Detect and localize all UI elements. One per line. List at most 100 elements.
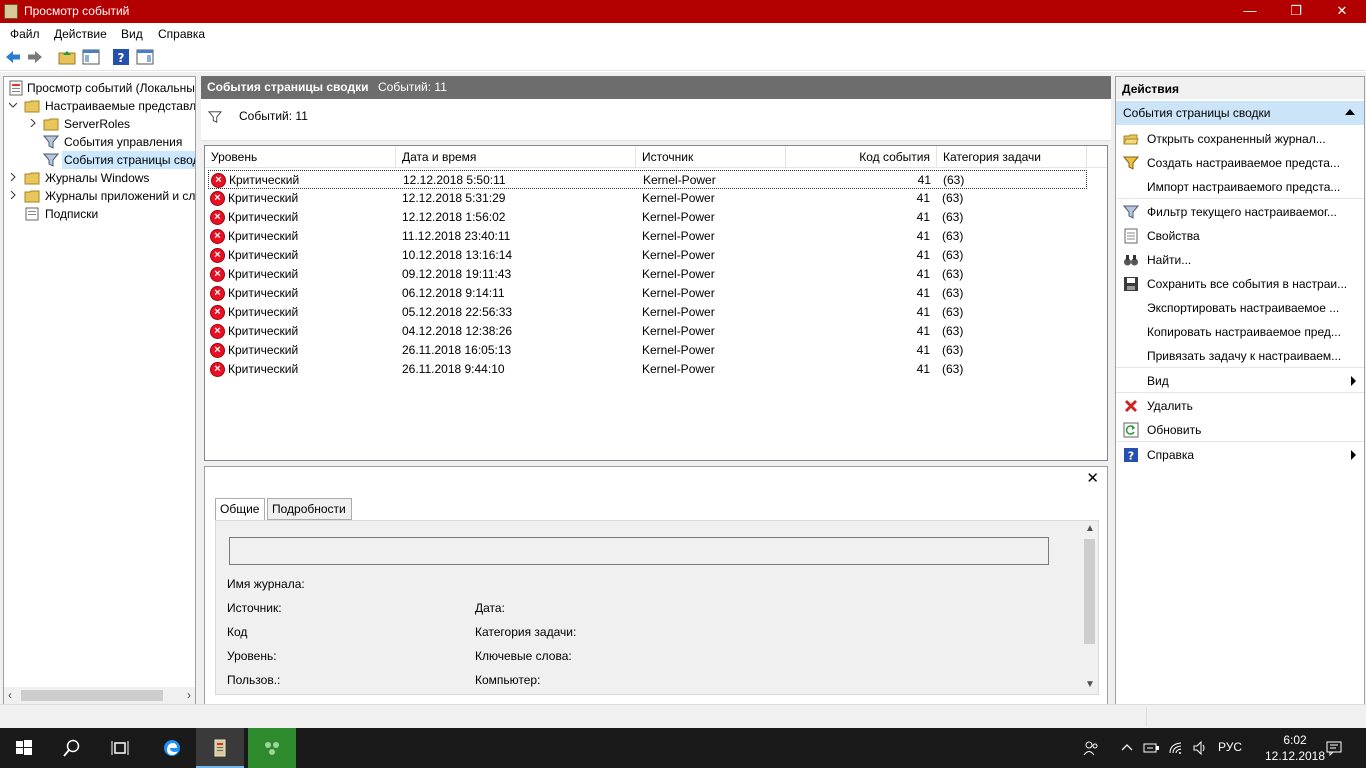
action-item-label: Фильтр текущего настраиваемог... xyxy=(1147,205,1337,219)
column-header-task-category[interactable]: Категория задачи xyxy=(937,146,1087,168)
action-item-1[interactable]: Создать настраиваемое предста... xyxy=(1116,151,1364,175)
table-row[interactable]: × Критический 10.12.2018 13:16:14 Kernel-Po… xyxy=(208,246,1087,265)
menu-help[interactable]: Справка xyxy=(158,27,205,41)
table-row[interactable]: × Критический 26.11.2018 9:44:10 Kernel-Pow… xyxy=(208,360,1087,379)
navigation-tree: Просмотр событий (Локальны Настраиваемые… xyxy=(3,76,196,705)
scroll-left-icon[interactable]: ‹ xyxy=(8,688,12,702)
cell-event-code: 41 xyxy=(917,173,931,187)
action-item-6[interactable]: Сохранить все события в настраи... xyxy=(1116,272,1364,296)
power-plug-icon[interactable] xyxy=(1143,740,1161,756)
svg-text:?: ? xyxy=(118,51,125,65)
action-item-8[interactable]: Копировать настраиваемое пред... xyxy=(1116,320,1364,344)
edge-icon xyxy=(164,740,180,756)
start-button[interactable] xyxy=(0,728,48,768)
show-hide-tree-icon[interactable] xyxy=(82,48,100,66)
action-item-label: Справка xyxy=(1147,448,1195,462)
column-header-datetime[interactable]: Дата и время xyxy=(396,146,636,168)
chevron-right-icon[interactable] xyxy=(9,173,17,181)
show-hide-action-pane-icon[interactable] xyxy=(136,48,154,66)
event-description-box[interactable] xyxy=(229,537,1049,565)
scroll-down-icon[interactable]: ▼ xyxy=(1085,679,1095,690)
column-header-event-code[interactable]: Код события xyxy=(786,146,937,168)
action-item-3[interactable]: Фильтр текущего настраиваемог... xyxy=(1116,200,1364,224)
action-item-2[interactable]: Импорт настраиваемого предста... xyxy=(1116,175,1364,199)
action-item-13[interactable]: ? Справка xyxy=(1116,443,1364,467)
clock[interactable]: 6:02 12.12.2018 xyxy=(1262,732,1328,764)
help-icon[interactable]: ? xyxy=(112,48,130,66)
cell-level: Критический xyxy=(228,248,299,262)
table-row[interactable]: × Критический 04.12.2018 12:38:26 Kernel-Po… xyxy=(208,322,1087,341)
close-details-button[interactable]: ✕ xyxy=(1086,469,1099,487)
maximize-button[interactable]: ❐ xyxy=(1273,0,1319,23)
save-icon xyxy=(1124,277,1138,291)
cell-datetime: 10.12.2018 13:16:14 xyxy=(402,248,513,262)
search-button[interactable] xyxy=(48,728,96,768)
action-item-5[interactable]: Найти... xyxy=(1116,248,1364,272)
action-item-label: Копировать настраиваемое пред... xyxy=(1147,325,1341,339)
action-item-12[interactable]: Обновить xyxy=(1116,418,1364,442)
app-taskbar-button[interactable] xyxy=(248,728,296,768)
scroll-thumb[interactable] xyxy=(1084,539,1095,644)
label-code: Код xyxy=(227,625,248,639)
volume-icon[interactable] xyxy=(1192,740,1208,756)
notifications-icon[interactable] xyxy=(1326,740,1342,756)
column-header-level[interactable]: Уровень xyxy=(205,146,396,168)
scroll-thumb[interactable] xyxy=(21,690,163,701)
minimize-button[interactable]: — xyxy=(1227,0,1273,23)
scroll-up-icon[interactable]: ▲ xyxy=(1085,523,1095,534)
table-row[interactable]: × Критический 11.12.2018 23:40:11 Kernel-Po… xyxy=(208,227,1087,246)
cell-level: Критический xyxy=(228,305,299,319)
tree-node-label: События страницы свод xyxy=(62,151,195,169)
chevron-right-icon[interactable] xyxy=(29,119,37,127)
event-viewer-taskbar-button[interactable] xyxy=(196,728,244,768)
table-row[interactable]: × Критический 12.12.2018 5:31:29 Kernel-Pow… xyxy=(208,189,1087,208)
action-item-7[interactable]: Экспортировать настраиваемое ... xyxy=(1116,296,1364,320)
cell-level: Критический xyxy=(228,324,299,338)
column-header-source[interactable]: Источник xyxy=(636,146,786,168)
table-row[interactable]: × Критический 09.12.2018 19:11:43 Kernel-Po… xyxy=(208,265,1087,284)
cell-level: Критический xyxy=(229,173,300,187)
submenu-arrow-icon xyxy=(1351,450,1356,460)
people-icon[interactable] xyxy=(1083,740,1099,756)
forward-icon[interactable] xyxy=(26,48,44,66)
binoculars-icon xyxy=(1124,255,1138,266)
action-item-label: Вид xyxy=(1147,374,1169,388)
chevron-down-icon[interactable] xyxy=(9,101,17,109)
tree-horizontal-scrollbar[interactable]: ‹ › xyxy=(4,687,195,704)
close-button[interactable]: ✕ xyxy=(1319,0,1365,23)
up-folder-icon[interactable] xyxy=(58,48,76,66)
wifi-icon[interactable] xyxy=(1168,740,1184,756)
menu-file[interactable]: Файл xyxy=(10,27,40,41)
chevron-right-icon[interactable] xyxy=(9,191,17,199)
action-item-9[interactable]: Привязать задачу к настраиваем... xyxy=(1116,344,1364,368)
input-language-indicator[interactable]: РУС xyxy=(1218,740,1242,754)
cell-event-code: 41 xyxy=(916,210,930,224)
task-view-button[interactable] xyxy=(96,728,144,768)
cell-source: Kernel-Power xyxy=(642,305,715,319)
details-vertical-scrollbar[interactable]: ▲ ▼ xyxy=(1081,521,1098,694)
edge-browser-button[interactable] xyxy=(148,728,196,768)
action-item-0[interactable]: Открыть сохраненный журнал... xyxy=(1116,127,1364,151)
filter-icon xyxy=(43,135,59,149)
scroll-right-icon[interactable]: › xyxy=(187,688,191,702)
actions-separator xyxy=(1116,441,1364,442)
chevron-up-icon[interactable] xyxy=(1121,742,1133,754)
critical-error-icon: × xyxy=(210,191,225,206)
tab-general[interactable]: Общие xyxy=(215,498,265,521)
action-item-4[interactable]: Свойства xyxy=(1116,224,1364,248)
table-row[interactable]: × Критический 12.12.2018 1:56:02 Kernel-Pow… xyxy=(208,208,1087,227)
tab-details[interactable]: Подробности xyxy=(267,498,352,520)
table-row[interactable]: × Критический 26.11.2018 16:05:13 Kernel-Po… xyxy=(208,341,1087,360)
menu-view[interactable]: Вид xyxy=(121,27,143,41)
filter-bar: Событий: 11 xyxy=(201,99,1111,141)
table-row[interactable]: × Критический 06.12.2018 9:14:11 Kernel-Pow… xyxy=(208,284,1087,303)
action-item-10[interactable]: Вид xyxy=(1116,369,1364,393)
action-item-label: Открыть сохраненный журнал... xyxy=(1147,132,1326,146)
table-row[interactable]: × Критический 05.12.2018 22:56:33 Kernel-Po… xyxy=(208,303,1087,322)
menu-action[interactable]: Действие xyxy=(54,27,107,41)
collapse-icon[interactable] xyxy=(1345,109,1355,115)
back-icon[interactable] xyxy=(4,48,22,66)
actions-section-header[interactable]: События страницы сводки xyxy=(1116,101,1364,125)
action-item-11[interactable]: Удалить xyxy=(1116,394,1364,418)
table-row[interactable]: × Критический 12.12.2018 5:50:11 Kernel-Pow… xyxy=(208,170,1087,189)
